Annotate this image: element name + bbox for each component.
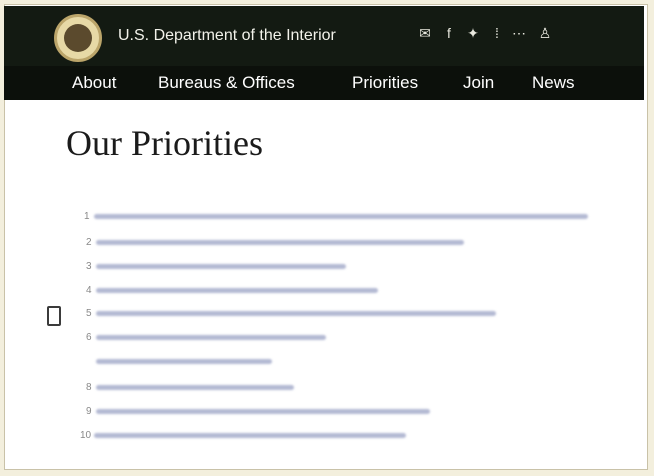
- email-icon[interactable]: ✉: [418, 25, 432, 42]
- priority-item[interactable]: 9: [86, 405, 432, 419]
- priority-link[interactable]: [96, 288, 378, 293]
- priority-item[interactable]: [92, 355, 282, 369]
- list-marker: 6: [86, 332, 92, 343]
- twitter-icon[interactable]: ✦: [466, 25, 480, 42]
- priority-item[interactable]: 10: [80, 429, 410, 443]
- priority-link[interactable]: [96, 264, 346, 269]
- nav-priorities[interactable]: Priorities: [352, 73, 418, 93]
- priority-link[interactable]: [96, 311, 496, 316]
- list-marker: 1: [84, 211, 90, 222]
- list-marker: 8: [86, 382, 92, 393]
- priority-link[interactable]: [96, 409, 430, 414]
- priority-item[interactable]: 2: [86, 236, 466, 250]
- priority-item[interactable]: 5: [86, 307, 498, 321]
- nav-news[interactable]: News: [532, 73, 575, 93]
- facebook-icon[interactable]: f: [442, 25, 456, 41]
- list-marker: 10: [80, 430, 92, 441]
- list-marker: 2: [86, 237, 92, 248]
- list-marker: 3: [86, 261, 92, 272]
- priority-link[interactable]: [96, 335, 326, 340]
- priority-item[interactable]: 3: [86, 260, 348, 274]
- priority-item[interactable]: 4: [86, 284, 386, 298]
- list-marker: 5: [86, 308, 92, 319]
- priority-item[interactable]: 1: [84, 210, 590, 224]
- more-icon[interactable]: ⋯: [512, 25, 526, 42]
- nav-about[interactable]: About: [72, 73, 116, 93]
- priority-link[interactable]: [96, 359, 272, 364]
- doi-seal-logo[interactable]: [54, 14, 102, 62]
- feedback-widget-icon[interactable]: [47, 306, 61, 326]
- seal-emblem: [64, 24, 92, 52]
- priority-item[interactable]: 8: [86, 381, 296, 395]
- priority-item[interactable]: 6: [86, 331, 328, 345]
- nav-bureaus-offices[interactable]: Bureaus & Offices: [158, 73, 295, 93]
- priority-link[interactable]: [94, 433, 406, 438]
- flickr-icon[interactable]: ⁞: [490, 25, 504, 41]
- priority-link[interactable]: [94, 214, 588, 219]
- priority-link[interactable]: [96, 385, 294, 390]
- list-marker: 4: [86, 285, 92, 296]
- department-title[interactable]: U.S. Department of the Interior: [118, 27, 336, 45]
- list-marker: 9: [86, 406, 92, 417]
- page-title: Our Priorities: [66, 123, 263, 163]
- person-icon[interactable]: ♙: [538, 25, 552, 42]
- nav-join[interactable]: Join: [463, 73, 494, 93]
- priority-link[interactable]: [96, 240, 464, 245]
